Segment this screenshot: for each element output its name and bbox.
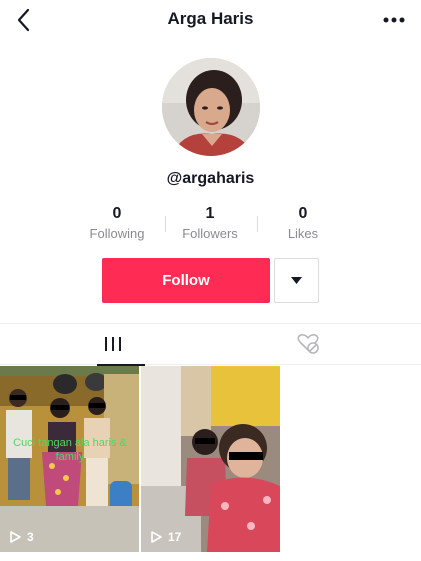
stat-label: Followers <box>182 226 238 241</box>
stat-followers[interactable]: 1 Followers <box>165 204 255 244</box>
stat-likes[interactable]: 0 Likes <box>258 204 348 244</box>
stat-label: Likes <box>287 226 319 241</box>
video-grid: Cuci tangan ala haris & family 3 17 <box>0 366 421 552</box>
video-thumbnail[interactable]: Cuci tangan ala haris & family 3 <box>0 366 139 552</box>
page-title: Arga Haris <box>167 9 254 28</box>
stat-value: 0 <box>298 205 308 222</box>
tab-liked[interactable] <box>210 324 420 365</box>
stat-value: 0 <box>112 205 122 222</box>
suggestions-dropdown-button[interactable] <box>274 258 319 303</box>
grid-icon <box>105 337 121 351</box>
play-count: 17 <box>151 530 181 544</box>
tab-videos[interactable] <box>8 324 218 366</box>
hidden-heart-icon <box>297 334 319 354</box>
video-thumbnail-image <box>141 366 280 552</box>
profile-tabs <box>0 323 421 366</box>
stat-label: Following <box>89 226 145 241</box>
more-dots-icon <box>383 17 405 23</box>
play-count: 3 <box>10 530 34 544</box>
stat-following[interactable]: 0 Following <box>72 204 162 244</box>
top-bar: Arga Haris <box>0 0 421 40</box>
username: @argaharis <box>166 170 255 187</box>
more-button[interactable] <box>381 8 407 32</box>
play-count-value: 17 <box>168 530 182 544</box>
video-caption: Cuci tangan ala haris & family <box>13 437 127 463</box>
video-thumbnail[interactable]: 17 <box>141 366 280 552</box>
play-icon <box>151 531 162 543</box>
play-icon <box>10 531 21 543</box>
play-count-value: 3 <box>27 530 34 544</box>
profile-stats: 0 Following 1 Followers 0 Likes <box>70 204 350 248</box>
caret-down-icon <box>291 277 302 284</box>
stat-value: 1 <box>205 205 215 222</box>
follow-button[interactable]: Follow <box>102 258 270 303</box>
avatar-photo <box>162 58 260 156</box>
avatar[interactable] <box>162 58 260 156</box>
